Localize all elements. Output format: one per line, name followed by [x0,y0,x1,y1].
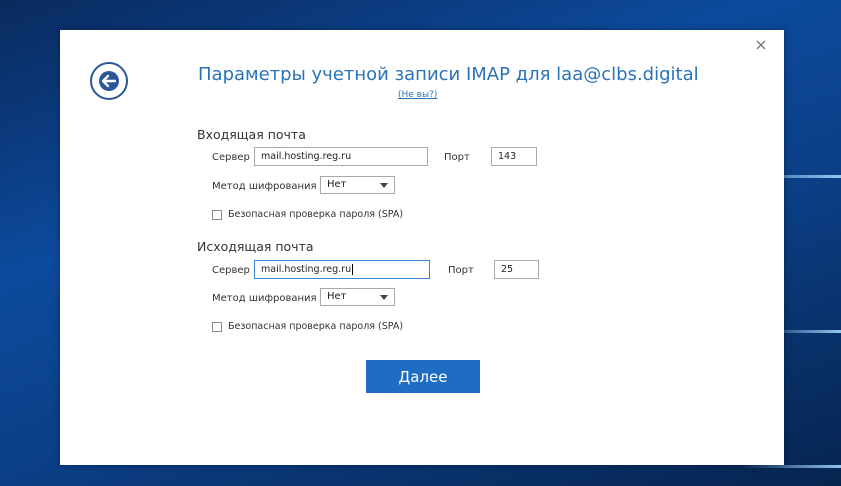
wallpaper-streak [741,465,841,468]
imap-settings-dialog: × Параметры учетной записи IMAP для laa@… [60,30,784,465]
incoming-port-label: Порт [444,152,470,163]
not-you-link[interactable]: (Не вы?) [398,90,437,100]
outgoing-spa-checkbox-row[interactable]: Безопасная проверка пароля (SPA) [212,321,403,332]
incoming-encryption-select[interactable]: Нет [320,176,395,194]
incoming-spa-label: Безопасная проверка пароля (SPA) [228,209,404,220]
back-button[interactable] [90,62,128,100]
incoming-server-label: Сервер [212,152,250,163]
outgoing-spa-label: Безопасная проверка пароля (SPA) [228,321,404,332]
outgoing-encryption-value: Нет [327,291,347,302]
close-icon[interactable]: × [752,36,770,54]
incoming-server-input[interactable]: mail.hosting.reg.ru [254,147,428,166]
outgoing-encryption-label: Метод шифрования [212,293,317,304]
incoming-spa-checkbox-row[interactable]: Безопасная проверка пароля (SPA) [212,209,403,220]
outgoing-encryption-select[interactable]: Нет [320,288,395,306]
incoming-encryption-label: Метод шифрования [212,181,317,192]
chevron-down-icon [380,183,388,188]
back-arrow-icon [99,71,119,91]
incoming-encryption-value: Нет [327,179,347,190]
incoming-port-input[interactable]: 143 [491,147,537,166]
incoming-spa-checkbox[interactable] [212,209,222,220]
chevron-down-icon [380,295,388,300]
outgoing-port-label: Порт [448,265,474,276]
outgoing-mail-heading: Исходящая почта [197,239,314,254]
next-button[interactable]: Далее [366,360,480,393]
outgoing-spa-checkbox[interactable] [212,321,222,332]
dialog-title: Параметры учетной записи IMAP для laa@cl… [198,64,699,85]
incoming-mail-heading: Входящая почта [197,127,306,142]
outgoing-server-input[interactable]: mail.hosting.reg.ru [254,260,430,279]
outgoing-server-label: Сервер [212,265,250,276]
text-caret [352,264,354,275]
outgoing-server-value: mail.hosting.reg.ru [261,264,352,275]
outgoing-port-input[interactable]: 25 [494,260,539,279]
